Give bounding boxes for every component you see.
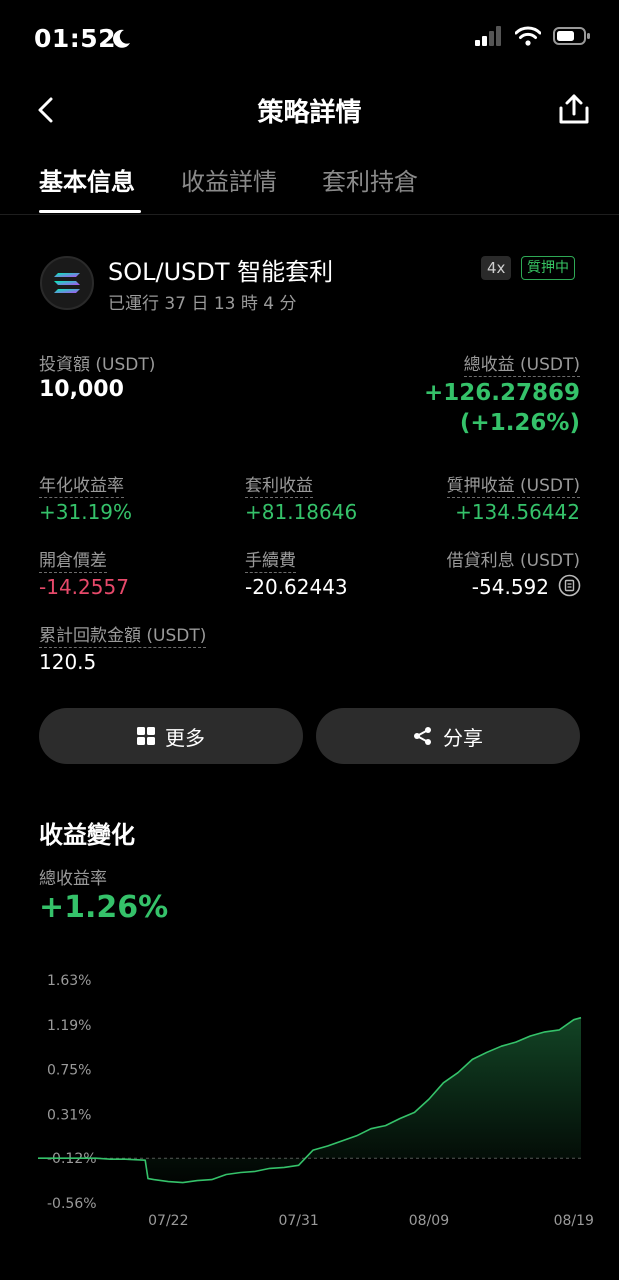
arbitrage-profit-label[interactable]: 套利收益 [245, 471, 313, 498]
fee-label[interactable]: 手續費 [245, 546, 296, 573]
fee-value: -20.62443 [245, 575, 348, 599]
interest-label: 借貸利息 (USDT) [446, 551, 580, 571]
running-time: 已運行 37 日 13 時 4 分 [108, 294, 297, 314]
tab-active-indicator [39, 210, 141, 213]
refund-label[interactable]: 累計回款金額 (USDT) [39, 621, 207, 648]
signal-icon [475, 26, 501, 46]
open-spread-value: -14.2557 [39, 575, 129, 599]
sol-coin-icon [40, 256, 94, 310]
status-badge: 質押中 [521, 256, 575, 280]
y-tick-label: 1.63% [47, 973, 91, 989]
annual-rate-value: +31.19% [39, 500, 133, 524]
total-profit-label[interactable]: 總收益 (USDT) [463, 350, 580, 377]
pledge-profit-label[interactable]: 質押收益 (USDT) [446, 471, 580, 498]
tab-bar: 基本信息 收益詳情 套利持倉 [0, 150, 619, 215]
wifi-icon [515, 26, 541, 46]
nav-bar: 策略詳情 [0, 80, 619, 140]
more-button-label: 更多 [165, 725, 205, 750]
y-tick-label: 0.75% [47, 1063, 91, 1079]
y-tick-label: -0.56% [47, 1196, 97, 1212]
grid-icon [137, 727, 155, 745]
profit-chart[interactable]: 1.63% 1.19% 0.75% 0.31% -0.12% -0.56% 07/22 07/… [0, 960, 619, 1240]
strategy-pair-title: SOL/USDT 智能套利 [108, 258, 334, 286]
status-time: 01:52 [34, 24, 117, 53]
battery-icon [553, 27, 590, 45]
series-area [38, 1017, 581, 1183]
share-icon [414, 727, 431, 745]
share-upload-icon[interactable] [557, 92, 591, 126]
x-tick-label: 08/09 [409, 1213, 449, 1229]
share-button[interactable]: 分享 [316, 708, 580, 764]
x-tick-label: 07/31 [278, 1213, 318, 1229]
page-title: 策略詳情 [257, 98, 362, 128]
pledge-profit-value: +134.56442 [455, 500, 580, 524]
moon-icon [113, 29, 130, 48]
status-icons [475, 26, 591, 46]
annual-rate-label[interactable]: 年化收益率 [39, 471, 124, 498]
total-profit-value: +126.27869 [423, 380, 580, 406]
interest-value: -54.592 [471, 575, 549, 599]
share-button-label: 分享 [443, 725, 483, 750]
total-rate-label: 總收益率 [39, 869, 107, 889]
leverage-badge: 4x [481, 256, 512, 280]
tab-arbitrage-positions[interactable]: 套利持倉 [322, 162, 418, 197]
investment-value: 10,000 [39, 377, 124, 402]
x-tick-label: 07/22 [148, 1213, 188, 1229]
y-tick-label: 0.31% [47, 1107, 91, 1123]
y-tick-label: -0.12% [47, 1151, 97, 1167]
refund-value: 120.5 [39, 650, 97, 674]
profit-change-title: 收益變化 [39, 821, 135, 849]
y-tick-label: 1.19% [47, 1018, 91, 1034]
open-spread-label[interactable]: 開倉價差 [39, 546, 107, 573]
arbitrage-profit-value: +81.18646 [245, 500, 358, 524]
tab-profit-details[interactable]: 收益詳情 [181, 162, 277, 197]
status-bar: 01:52 [0, 0, 619, 80]
receipt-icon[interactable] [558, 574, 581, 597]
tab-basic-info[interactable]: 基本信息 [39, 162, 135, 197]
total-rate-value: +1.26% [39, 890, 169, 925]
x-tick-label: 08/19 [554, 1213, 594, 1229]
investment-label: 投資額 (USDT) [39, 355, 156, 375]
total-profit-percent: (+1.26%) [459, 410, 580, 436]
more-button[interactable]: 更多 [39, 708, 303, 764]
